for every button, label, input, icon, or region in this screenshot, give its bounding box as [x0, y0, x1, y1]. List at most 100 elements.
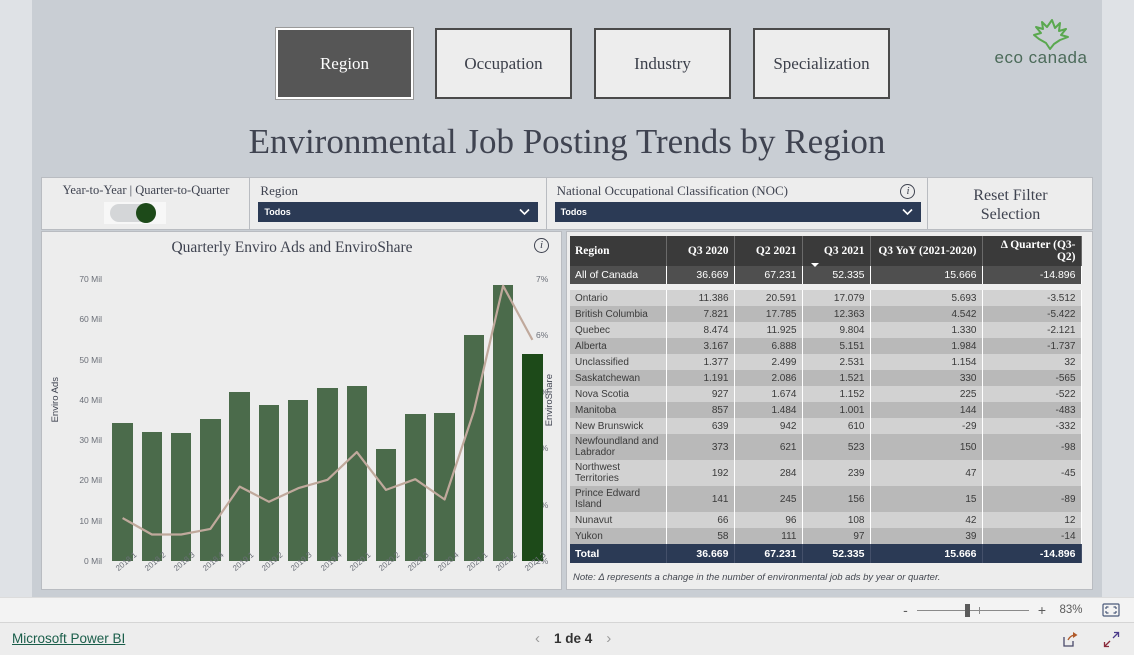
table-cell: 66	[666, 512, 735, 528]
table-cell: 857	[666, 402, 735, 418]
table-row[interactable]: Unclassified 1.377 2.499 2.531 1.154 32	[570, 354, 1082, 370]
table-cell: Northwest Territories	[570, 460, 667, 486]
zoom-slider[interactable]	[916, 603, 1029, 617]
table-cell: 156	[802, 486, 871, 512]
table-row-total[interactable]: Total 36.669 67.231 52.335 15.666 -14.896	[570, 544, 1082, 563]
page-navigator: ‹ 1 de 4 ›	[535, 630, 611, 647]
eco-canada-logo: eco canada	[986, 18, 1096, 76]
reset-filter-line2: Selection	[980, 206, 1041, 223]
table-row[interactable]: Yukon 58 111 97 39 -14	[570, 528, 1082, 544]
table-row[interactable]: Nunavut 66 96 108 42 12	[570, 512, 1082, 528]
table-cell: 523	[802, 434, 871, 460]
table-row[interactable]: Saskatchewan 1.191 2.086 1.521 330 -565	[570, 370, 1082, 386]
table-cell: 108	[802, 512, 871, 528]
table-cell: 39	[870, 528, 983, 544]
logo-text: eco canada	[994, 48, 1088, 67]
table-cell: 36.669	[666, 266, 735, 284]
table-cell: 4.542	[870, 306, 983, 322]
table-cell: 144	[870, 402, 983, 418]
table-cell: 20.591	[734, 290, 803, 306]
zoom-slider-notch	[978, 606, 980, 614]
table-cell: 639	[666, 418, 735, 434]
nav-button-label: Region	[319, 53, 370, 73]
table-cell: Unclassified	[570, 354, 667, 370]
table-column-header[interactable]: Q3 2020	[666, 236, 735, 266]
table-row[interactable]: Ontario 11.386 20.591 17.079 5.693 -3.512	[570, 290, 1082, 306]
table-cell: 9.804	[802, 322, 871, 338]
chevron-down-icon	[519, 208, 530, 216]
table-cell: 2.499	[734, 354, 803, 370]
table-cell: 245	[734, 486, 803, 512]
zoom-out-button[interactable]: -	[899, 602, 912, 618]
noc-slicer-card: National Occupational Classification (NO…	[546, 178, 928, 229]
table-row[interactable]: Manitoba 857 1.484 1.001 144 -483	[570, 402, 1082, 418]
fullscreen-icon[interactable]	[1103, 631, 1120, 648]
enviro-ads-chart-panel: Quarterly Enviro Ads and EnviroShare i E…	[41, 231, 562, 590]
noc-slicer-label: National Occupational Classification (NO…	[556, 183, 788, 198]
table-cell: 3.167	[666, 338, 735, 354]
table-cell: 1.001	[802, 402, 871, 418]
table-cell: 330	[870, 370, 983, 386]
yoy-qoq-toggle-card: Year-to-Year | Quarter-to-Quarter	[42, 178, 250, 229]
table-cell: Saskatchewan	[570, 370, 667, 386]
table-row[interactable]: Newfoundland and Labrador 373 621 523 150 -98	[570, 434, 1082, 460]
table-cell: British Columbia	[570, 306, 667, 322]
power-bi-link[interactable]: Microsoft Power BI	[12, 631, 125, 646]
region-slicer-dropdown[interactable]: Todos	[258, 202, 539, 222]
table-cell: -3.512	[982, 290, 1082, 306]
table-cell: -483	[982, 402, 1082, 418]
table-cell: -565	[982, 370, 1082, 386]
enviro-share-line-series	[122, 284, 534, 536]
table-column-header[interactable]: Q3 YoY (2021-2020)	[870, 236, 983, 266]
canvas-left-strip	[0, 0, 32, 597]
share-icon[interactable]	[1062, 631, 1079, 648]
table-cell: 67.231	[734, 266, 803, 284]
region-table-panel: Region Q3 2020 Q2 2021 Q3 2021 Q3 YoY (2021-…	[566, 231, 1093, 590]
table-cell: Quebec	[570, 322, 667, 338]
table-row[interactable]: Nova Scotia 927 1.674 1.152 225 -522	[570, 386, 1082, 402]
region-slicer-value: Todos	[264, 207, 291, 217]
nav-button-label: Occupation	[464, 53, 543, 73]
noc-slicer-dropdown[interactable]: Todos	[554, 202, 921, 222]
nav-button-region[interactable]: Region	[276, 28, 413, 99]
table-row-all-canada[interactable]: All of Canada 36.669 67.231 52.335 15.666 -14…	[570, 266, 1082, 284]
nav-button-specialization[interactable]: Specialization	[753, 28, 890, 99]
table-column-header[interactable]: Δ Quarter (Q3-Q2)	[982, 236, 1082, 266]
page-indicator: 1 de 4	[554, 631, 593, 646]
zoom-in-button[interactable]: +	[1034, 602, 1050, 618]
table-cell: 1.152	[802, 386, 871, 402]
line-path	[122, 284, 534, 536]
table-column-header[interactable]: Region	[570, 236, 667, 266]
zoom-slider-thumb[interactable]	[964, 603, 970, 617]
chevron-right-icon[interactable]: ›	[606, 630, 611, 647]
info-icon[interactable]: i	[900, 184, 916, 199]
table-cell: 1.484	[734, 402, 803, 418]
fit-to-screen-icon[interactable]	[1102, 603, 1120, 617]
table-cell: 67.231	[734, 544, 803, 563]
table-cell: -522	[982, 386, 1082, 402]
chevron-left-icon[interactable]: ‹	[535, 630, 540, 647]
nav-button-industry[interactable]: Industry	[594, 28, 731, 99]
table-column-header[interactable]: Q3 2021	[802, 236, 871, 267]
table-cell: 1.984	[870, 338, 983, 354]
table-row[interactable]: Prince Edward Island 141 245 156 15 -89	[570, 486, 1082, 512]
reset-filter-label: Reset Filter Selection	[928, 186, 1092, 224]
table-cell: 1.377	[666, 354, 735, 370]
table-row[interactable]: Quebec 8.474 11.925 9.804 1.330 -2.121	[570, 322, 1082, 338]
table-cell: 1.674	[734, 386, 803, 402]
reset-filter-button[interactable]: Reset Filter Selection	[928, 178, 1092, 229]
table-cell: Nova Scotia	[570, 386, 667, 402]
table-cell: 141	[666, 486, 735, 512]
table-cell: 58	[666, 528, 735, 544]
table-row[interactable]: British Columbia 7.821 17.785 12.363 4.542 -5…	[570, 306, 1082, 322]
table-column-header[interactable]: Q2 2021	[734, 236, 803, 266]
table-cell: 610	[802, 418, 871, 434]
table-row[interactable]: Alberta 3.167 6.888 5.151 1.984 -1.737	[570, 338, 1082, 354]
yoy-qoq-toggle[interactable]	[104, 202, 166, 224]
table-row[interactable]: Northwest Territories 192 284 239 47 -45	[570, 460, 1082, 486]
table-row[interactable]: New Brunswick 639 942 610 -29 -332	[570, 418, 1082, 434]
toggle-knob	[136, 203, 156, 223]
nav-button-occupation[interactable]: Occupation	[435, 28, 572, 99]
table-cell: Yukon	[570, 528, 667, 544]
region-slicer-card: Region Todos	[250, 178, 546, 229]
